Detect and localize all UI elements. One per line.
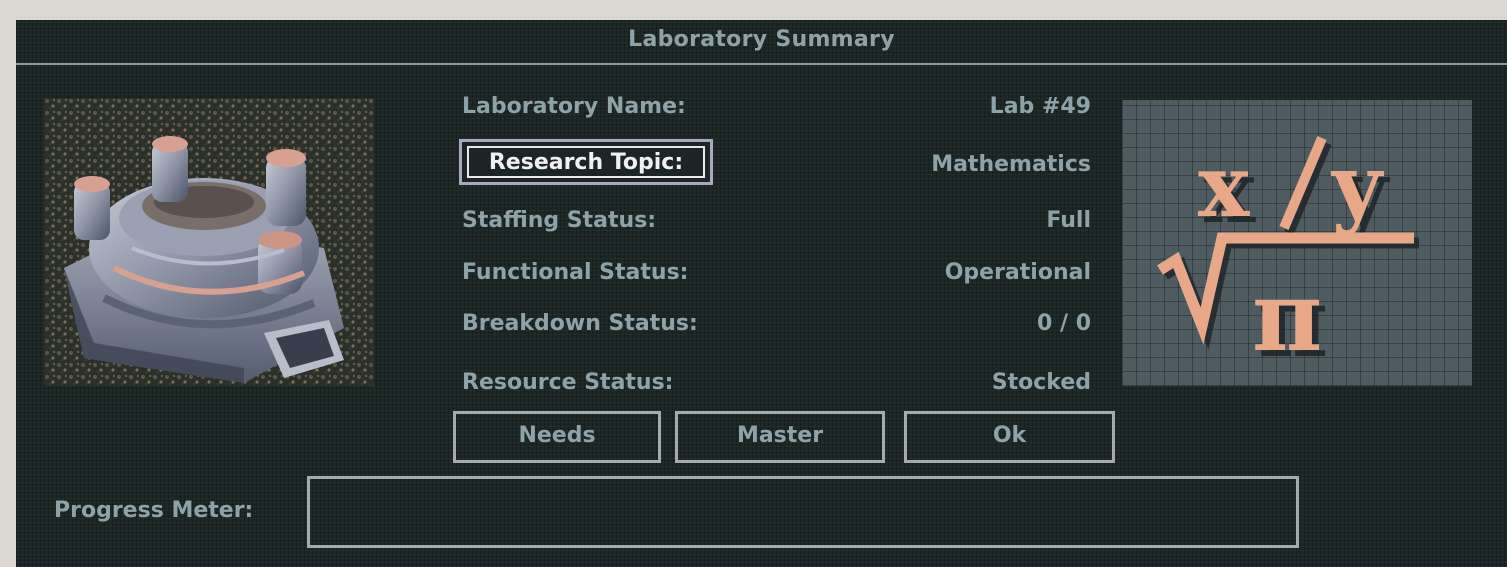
denominator-y: y <box>1330 136 1385 237</box>
staffing-status-value: Full <box>1046 208 1091 233</box>
laboratory-name-label: Laboratory Name: <box>462 94 686 119</box>
functional-status-value: Operational <box>944 260 1091 285</box>
laboratory-building-icon <box>44 98 374 386</box>
progress-meter <box>307 476 1299 548</box>
laboratory-building-image <box>44 98 374 386</box>
research-topic-label: Research Topic: <box>467 146 705 178</box>
staffing-status-label: Staffing Status: <box>462 208 657 233</box>
dialog-title: Laboratory Summary <box>628 27 895 52</box>
ok-button[interactable]: Ok <box>904 411 1115 463</box>
resource-status-label: Resource Status: <box>462 370 674 395</box>
progress-meter-label: Progress Meter: <box>54 498 254 523</box>
research-topic-image: x y π x y π <box>1122 100 1472 386</box>
mathematics-formula-icon: x y π x y π <box>1157 136 1419 379</box>
fraction-slash <box>1279 136 1327 230</box>
laboratory-summary-dialog: Laboratory Summary Laboratory Name: Lab … <box>16 20 1507 567</box>
resource-status-value: Stocked <box>991 370 1091 395</box>
laboratory-name-value: Lab #49 <box>989 94 1091 119</box>
functional-status-label: Functional Status: <box>462 260 689 285</box>
breakdown-status-value: 0 / 0 <box>1037 311 1091 336</box>
title-bar: Laboratory Summary <box>16 20 1507 65</box>
needs-button[interactable]: Needs <box>453 411 661 463</box>
master-button[interactable]: Master <box>675 411 885 463</box>
research-topic-button[interactable]: Research Topic: <box>459 139 713 185</box>
research-topic-value: Mathematics <box>931 152 1091 177</box>
numerator-x: x <box>1198 136 1250 237</box>
breakdown-status-label: Breakdown Status: <box>462 311 698 336</box>
radicand-pi: π <box>1252 260 1322 373</box>
